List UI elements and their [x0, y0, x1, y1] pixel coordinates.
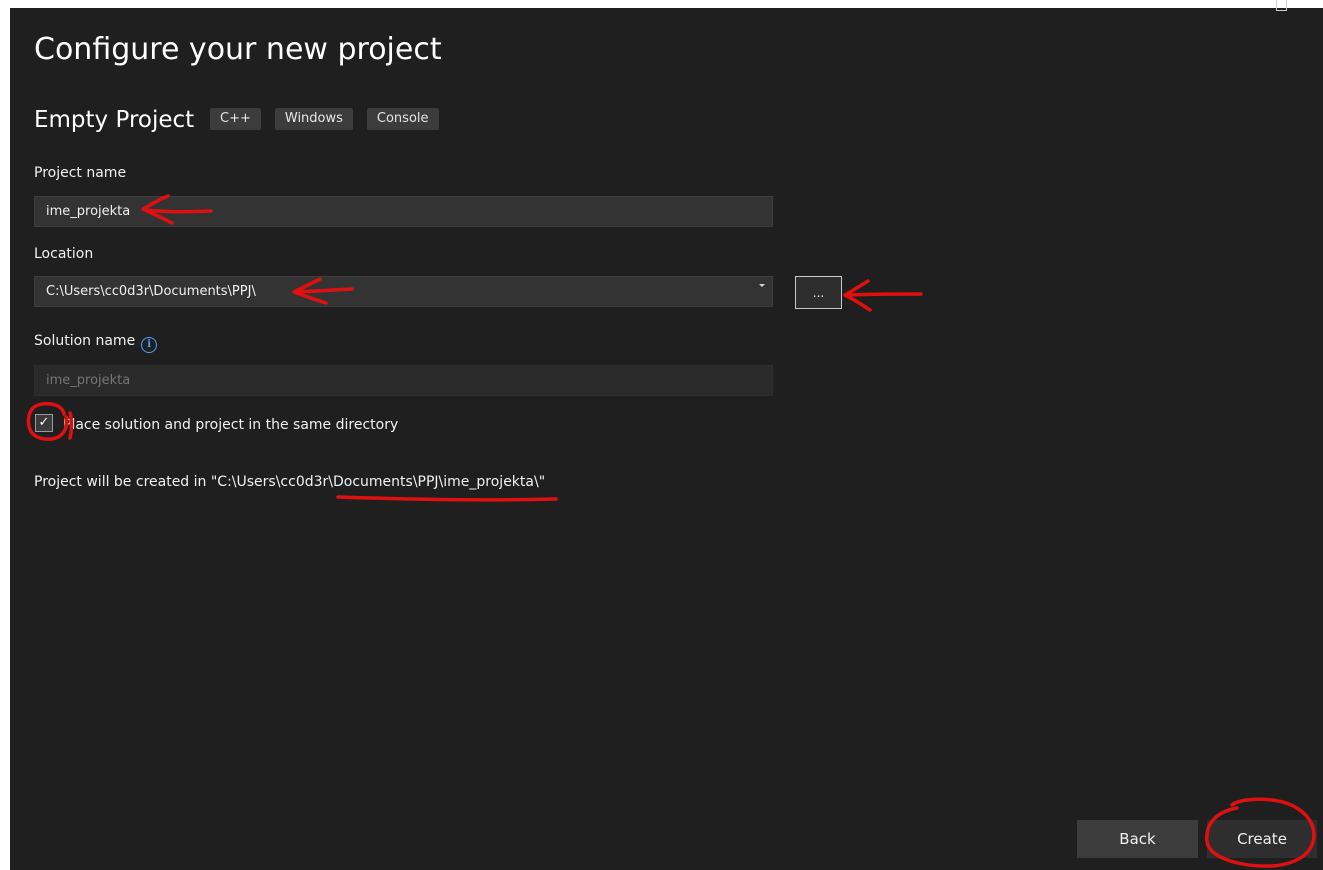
template-name: Empty Project	[34, 107, 195, 133]
location-input[interactable]	[34, 276, 773, 307]
configure-project-dialog: Configure your new project Empty Project…	[10, 0, 1323, 870]
page-title: Configure your new project	[34, 32, 442, 67]
solution-name-input	[34, 365, 773, 396]
project-name-label: Project name	[34, 165, 127, 181]
tag-project-type: Console	[366, 108, 439, 130]
template-tags: C++ Windows Console	[210, 108, 439, 130]
maximize-icon[interactable]	[1276, 0, 1287, 11]
same-directory-label[interactable]: Place solution and project in the same d…	[63, 415, 398, 435]
location-label: Location	[34, 246, 94, 262]
solution-name-label-text: Solution name	[34, 333, 136, 349]
tag-platform: Windows	[274, 108, 353, 130]
tag-language: C++	[210, 108, 261, 130]
solution-name-label: Solution name i	[34, 331, 158, 353]
checkmark-icon: ✓	[38, 415, 50, 430]
same-directory-checkbox[interactable]: ✓	[35, 414, 53, 432]
chevron-down-icon[interactable]	[759, 284, 765, 287]
create-button[interactable]: Create	[1207, 820, 1317, 858]
info-icon[interactable]: i	[141, 337, 158, 353]
project-location-summary: Project will be created in "C:\Users\cc0…	[34, 474, 546, 490]
browse-location-button[interactable]: ...	[795, 276, 842, 309]
project-name-input[interactable]	[34, 196, 773, 227]
back-button[interactable]: Back	[1077, 820, 1198, 858]
